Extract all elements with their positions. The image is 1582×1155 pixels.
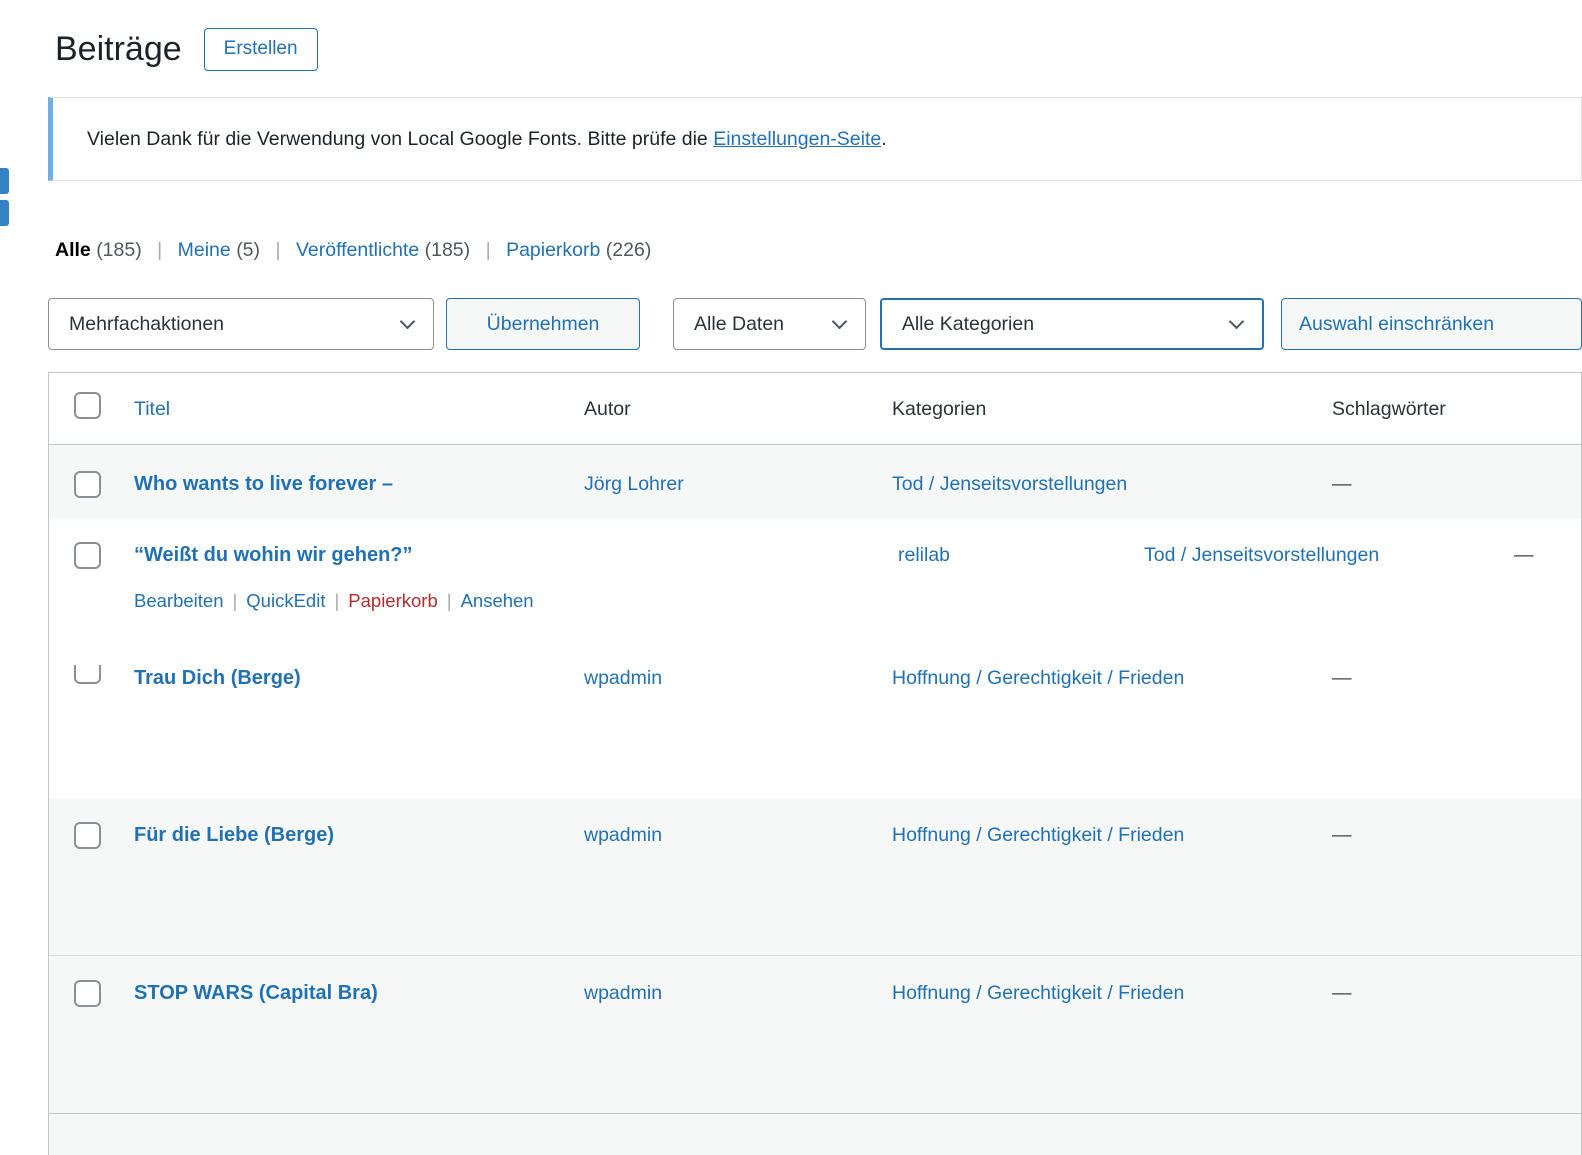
author-link[interactable]: wpadmin [584,667,662,689]
column-header-categories: Kategorien [892,398,986,420]
column-header-title[interactable]: Titel [134,398,170,420]
table-row: “Weißt du wohin wir gehen?” Bearbeiten | Q… [49,518,1581,653]
select-all-checkbox[interactable] [74,392,101,419]
bulk-action-value: Mehrfachaktionen [69,313,224,336]
admin-notice: Vielen Dank für die Verwendung von Local… [48,97,1582,181]
author-link[interactable]: wpadmin [584,982,662,1004]
post-title-link[interactable]: Für die Liebe (Berge) [134,824,334,846]
post-title-link[interactable]: STOP WARS (Capital Bra) [134,982,378,1004]
chevron-down-icon [1229,313,1245,329]
row-actions: Bearbeiten | QuickEdit | Papierkorb | Ansehen [134,588,1581,614]
create-post-button[interactable]: Erstellen [204,28,318,71]
chevron-down-icon [400,313,416,329]
filter-trash-count: (226) [606,239,652,261]
category-link[interactable]: Tod / Jenseitsvorstellungen [1144,542,1379,568]
row-checkbox[interactable] [74,822,101,849]
column-header-author: Autor [584,398,631,420]
category-filter-value: Alle Kategorien [902,313,1034,336]
category-link[interactable]: relilab [898,542,950,568]
post-status-filters: Alle (185) | Meine (5) | Veröffentlichte… [55,237,1582,263]
filter-separator: | [275,239,280,261]
category-filter-select[interactable]: Alle Kategorien [880,298,1264,350]
filter-mine-count: (5) [236,239,260,261]
tags-value: — [1332,982,1352,1004]
filter-separator: | [486,239,491,261]
admin-menu-fragment [0,168,9,194]
apply-button[interactable]: Übernehmen [446,298,640,350]
filter-published-count: (185) [425,239,471,261]
column-header-tags: Schlagwörter [1332,398,1446,420]
filter-published[interactable]: Veröffentlichte [296,239,419,261]
category-link[interactable]: Hoffnung / Gerechtigkeit / Frieden [892,974,1184,1012]
table-row: Trau Dich (Berge) wpadmin Hoffnung / Ger… [49,653,1581,798]
notice-text: Vielen Dank für die Verwendung von Local… [87,128,713,150]
action-separator: | [232,590,237,611]
post-title-link[interactable]: “Weißt du wohin wir gehen?” [134,544,413,566]
table-row: Für die Liebe (Berge) wpadmin Hoffnung /… [49,798,1581,955]
filter-all-count: (185) [96,239,142,261]
tags-value: — [1514,542,1534,568]
tags-value: — [1332,667,1352,689]
filter-separator: | [157,239,162,261]
chevron-down-icon [832,313,848,329]
bulk-action-select[interactable]: Mehrfachaktionen [48,298,434,350]
bulk-actions-toolbar: Mehrfachaktionen Übernehmen Alle Daten A… [48,298,1582,350]
tags-value: — [1332,473,1352,495]
row-checkbox[interactable] [74,665,101,684]
trash-link[interactable]: Papierkorb [348,590,437,611]
author-link[interactable]: Jörg Lohrer [584,473,684,495]
admin-menu-fragment [0,200,9,226]
category-link[interactable]: Tod / Jenseitsvorstellungen [892,465,1127,503]
date-filter-value: Alle Daten [694,313,784,336]
table-row: STOP WARS (Capital Bra) wpadmin Hoffnung… [49,955,1581,1113]
filter-mine[interactable]: Meine [178,239,231,261]
author-link[interactable]: wpadmin [584,824,662,846]
category-link[interactable]: Hoffnung / Gerechtigkeit / Frieden [892,659,1184,697]
filter-all[interactable]: Alle [55,239,91,261]
table-footer [49,1113,1581,1155]
action-separator: | [447,590,452,611]
filter-trash[interactable]: Papierkorb [506,239,600,261]
notice-suffix: . [881,128,886,150]
view-link[interactable]: Ansehen [461,590,534,611]
filter-button[interactable]: Auswahl einschränken [1281,298,1582,350]
post-title-link[interactable]: Trau Dich (Berge) [134,665,301,691]
posts-table: Titel Autor Kategorien Schlagwörter Who … [48,372,1582,1155]
action-separator: | [334,590,339,611]
table-header-row: Titel Autor Kategorien Schlagwörter [49,373,1581,445]
post-title-link[interactable]: Who wants to live forever – [134,473,393,495]
edit-link[interactable]: Bearbeiten [134,590,223,611]
category-link[interactable]: Hoffnung / Gerechtigkeit / Frieden [892,816,1184,854]
quickedit-link[interactable]: QuickEdit [246,590,325,611]
page-header: Beiträge Erstellen [0,0,1582,72]
row-checkbox[interactable] [74,471,101,498]
settings-page-link[interactable]: Einstellungen-Seite [713,128,881,150]
tags-value: — [1332,824,1352,846]
page-title: Beiträge [55,26,182,72]
date-filter-select[interactable]: Alle Daten [673,298,866,350]
row-checkbox[interactable] [74,542,101,569]
table-row: Who wants to live forever – Jörg Lohrer … [49,445,1581,518]
row-checkbox[interactable] [74,980,101,1007]
